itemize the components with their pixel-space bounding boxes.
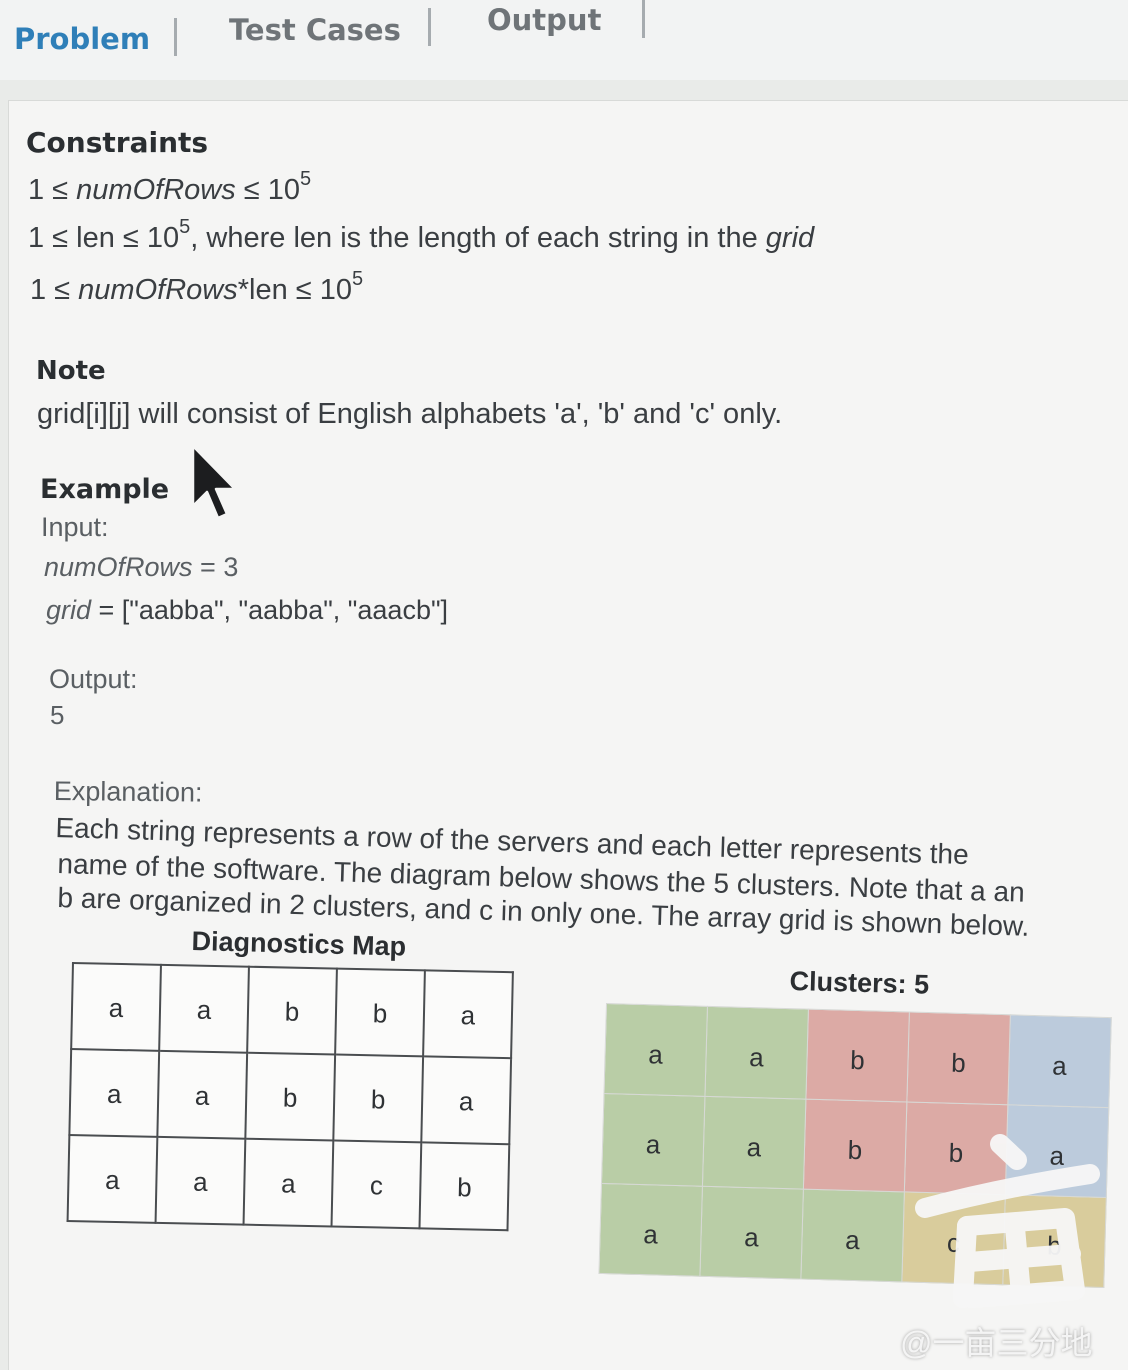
cluster-cell: b bbox=[906, 1011, 1011, 1105]
explanation-label: Explanation: bbox=[53, 776, 203, 808]
watermark-text: @一亩三分地 bbox=[900, 1325, 1093, 1361]
constraint-product: 1 ≤ numOfRows*len ≤ 105 bbox=[30, 269, 363, 307]
tab-output[interactable]: Output bbox=[487, 3, 601, 37]
note-text: grid[i][j] will consist of English alpha… bbox=[37, 398, 783, 430]
cluster-cell: a bbox=[601, 1093, 705, 1187]
input-var: grid bbox=[46, 595, 92, 625]
diagnostics-cell: a bbox=[421, 1056, 512, 1145]
constraint-rows: 1 ≤ numOfRows ≤ 105 bbox=[28, 169, 311, 207]
tab-separator bbox=[428, 8, 431, 46]
constraint-var: grid bbox=[765, 222, 815, 254]
input-rows: numOfRows = 3 bbox=[44, 552, 238, 583]
cluster-cell: b bbox=[803, 1099, 907, 1192]
diagnostics-cell: a bbox=[155, 1136, 246, 1225]
constraint-text: *len ≤ 10 bbox=[237, 274, 352, 306]
constraint-text: 1 ≤ bbox=[30, 274, 79, 306]
diagnostics-cell: a bbox=[159, 964, 249, 1053]
input-value: = ["aabba", "aabba", "aaacb"] bbox=[91, 595, 449, 625]
diagnostics-cell: b bbox=[419, 1142, 510, 1231]
input-label: Input: bbox=[41, 512, 109, 542]
constraint-text: ≤ 10 bbox=[235, 174, 301, 206]
constraints-heading: Constraints bbox=[26, 126, 209, 159]
tab-bar: Problem Test Cases Output bbox=[0, 0, 1128, 80]
clusters-row: aabba bbox=[603, 1003, 1112, 1108]
diagnostics-cell: a bbox=[67, 1134, 158, 1223]
example-heading: Example bbox=[40, 474, 170, 505]
note-heading: Note bbox=[36, 356, 106, 386]
input-var: numOfRows bbox=[44, 552, 193, 582]
constraint-len: 1 ≤ len ≤ 105, where len is the length o… bbox=[28, 217, 815, 255]
constraint-exponent: 5 bbox=[300, 168, 312, 190]
constraint-text: 1 ≤ len ≤ 10 bbox=[28, 222, 180, 254]
diagnostics-cell: a bbox=[243, 1138, 334, 1227]
output-label: Output: bbox=[49, 664, 138, 694]
cluster-cell: a bbox=[704, 1006, 809, 1100]
cluster-cell: a bbox=[598, 1183, 703, 1277]
diagnostics-row: aaacb bbox=[67, 1134, 510, 1231]
diagnostics-row: aabba bbox=[69, 1049, 512, 1145]
diagnostics-cell: b bbox=[245, 1052, 336, 1141]
diagnostics-cell: a bbox=[157, 1050, 248, 1139]
input-value: = 3 bbox=[192, 552, 239, 582]
diagnostics-cell: a bbox=[71, 963, 161, 1051]
cluster-cell: a bbox=[702, 1096, 806, 1190]
tab-separator bbox=[642, 0, 645, 38]
cluster-cell: a bbox=[699, 1186, 804, 1280]
diagnostics-row: aabba bbox=[71, 963, 513, 1059]
constraint-exponent: 5 bbox=[352, 268, 364, 290]
tab-problem[interactable]: Problem bbox=[14, 22, 150, 56]
diagnostics-map-title: Diagnostics Map bbox=[191, 926, 407, 962]
cluster-cell: a bbox=[603, 1003, 708, 1097]
diagnostics-cell: a bbox=[69, 1049, 160, 1137]
constraint-exponent: 5 bbox=[179, 216, 191, 238]
tab-separator bbox=[174, 18, 177, 56]
output-value: 5 bbox=[50, 700, 65, 730]
clusters-map-title: Clusters: 5 bbox=[789, 966, 930, 1000]
input-grid: grid = ["aabba", "aabba", "aaacb"] bbox=[46, 595, 448, 626]
constraint-text: 1 ≤ bbox=[28, 174, 77, 206]
diagnostics-cell: b bbox=[333, 1054, 424, 1143]
tab-test-cases[interactable]: Test Cases bbox=[229, 13, 401, 47]
constraint-text: , where len is the length of each string… bbox=[190, 222, 766, 254]
diagnostics-cell: b bbox=[335, 968, 425, 1057]
cluster-cell: b bbox=[805, 1009, 910, 1102]
watermark-logo-icon bbox=[915, 1134, 1100, 1308]
constraint-var: numOfRows bbox=[78, 274, 238, 306]
mouse-pointer-icon bbox=[191, 444, 237, 520]
diagnostics-cell: b bbox=[247, 966, 337, 1055]
cluster-cell: a bbox=[800, 1189, 905, 1282]
cluster-cell: a bbox=[1007, 1014, 1112, 1108]
diagnostics-cell: a bbox=[423, 970, 513, 1059]
constraint-var: numOfRows bbox=[76, 174, 236, 206]
diagnostics-map-grid: aabbaaabbaaaacb bbox=[66, 962, 514, 1232]
diagnostics-cell: c bbox=[331, 1140, 422, 1229]
